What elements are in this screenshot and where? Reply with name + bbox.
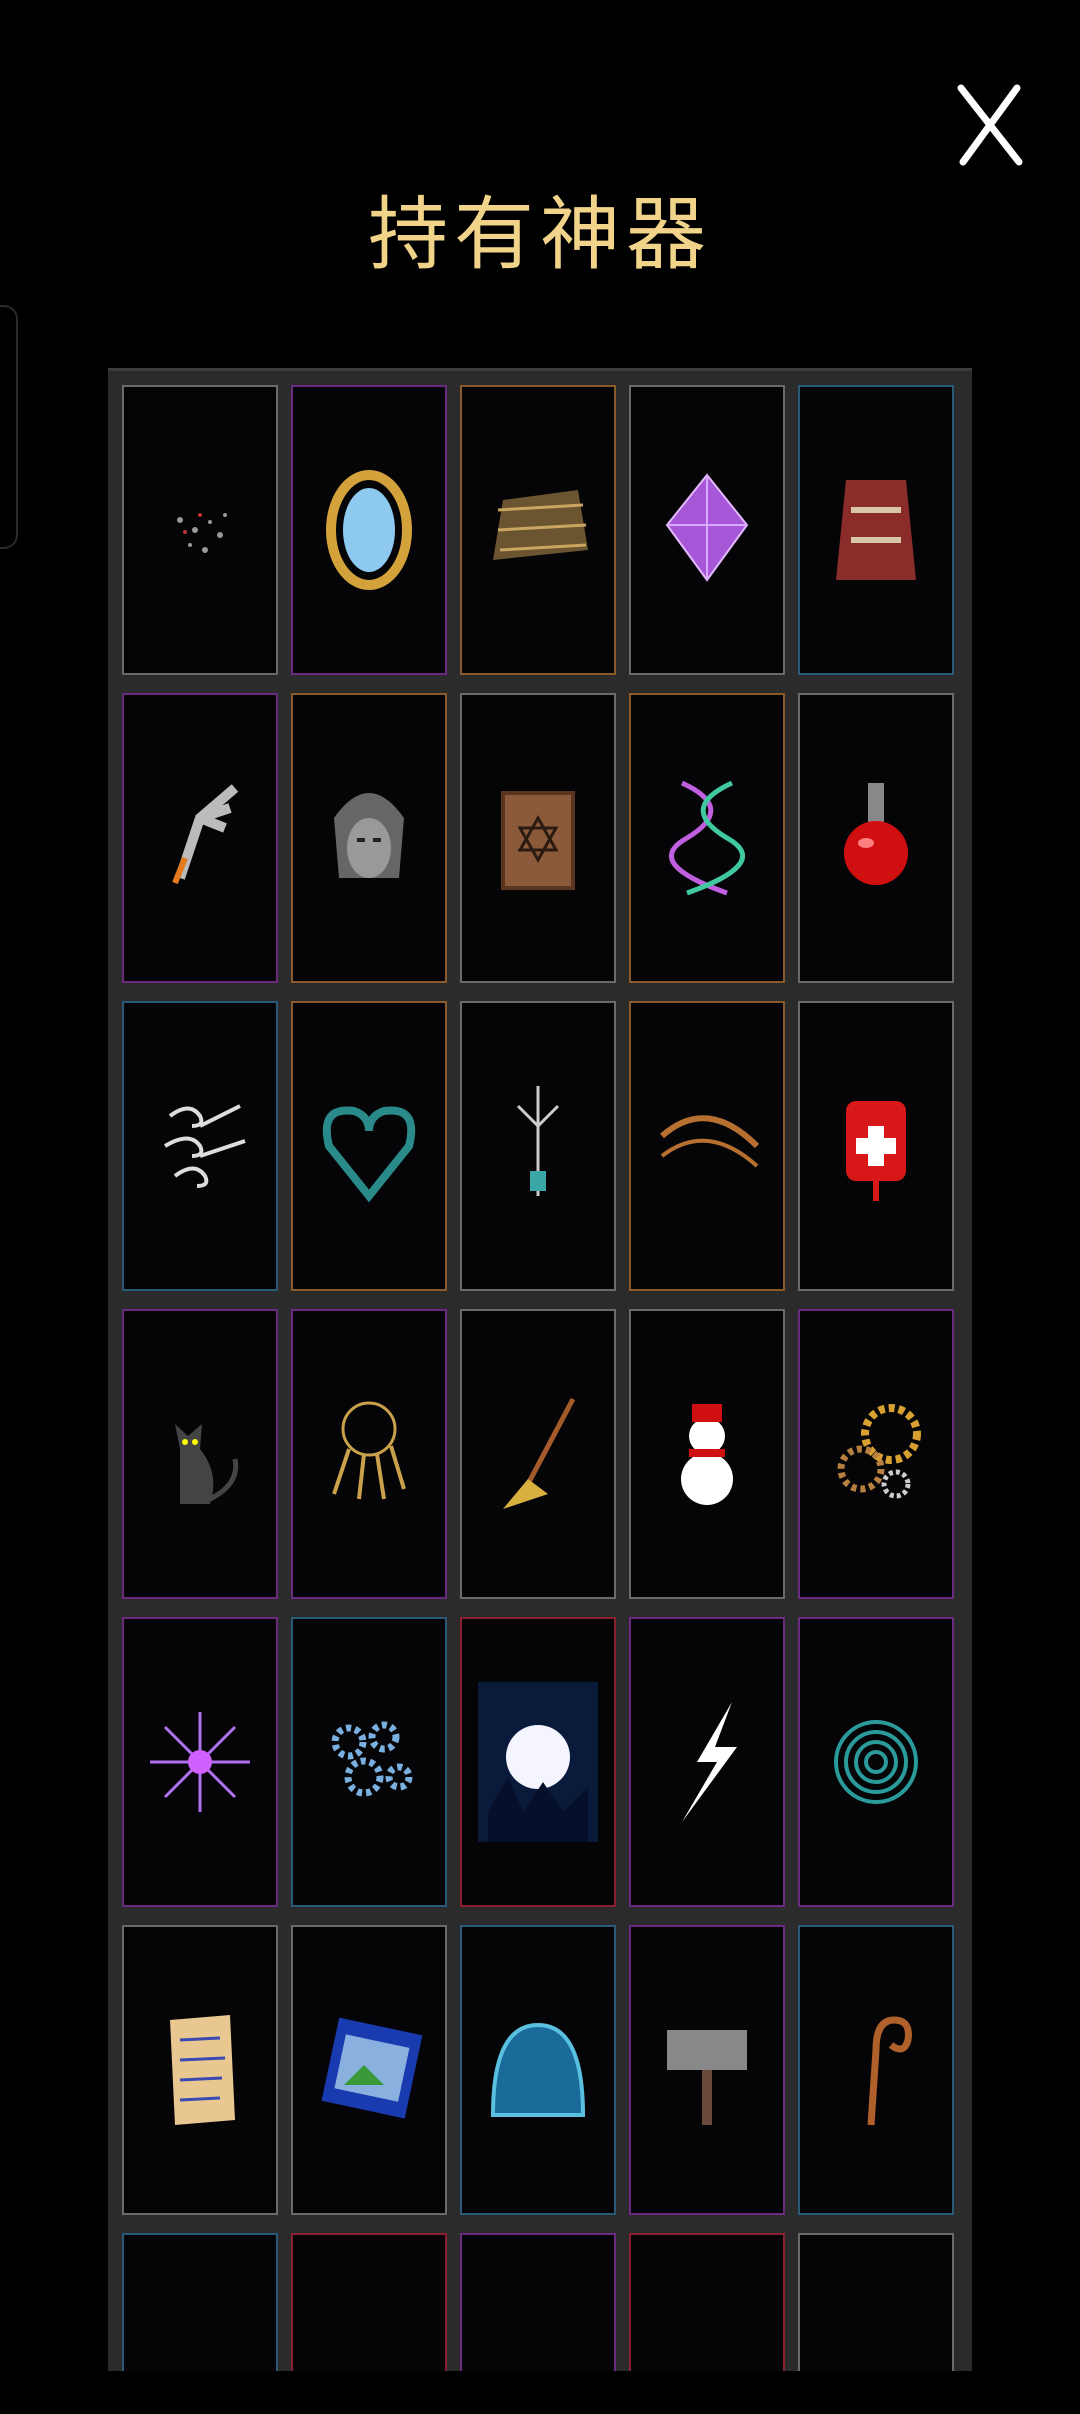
artifact-card[interactable]: [122, 1617, 278, 1907]
golden-gears-icon: [837, 1404, 921, 1499]
partial-card-icon: [647, 2298, 767, 2414]
broom-icon: [503, 1397, 576, 1509]
artifact-card[interactable]: [291, 1925, 447, 2215]
paper-scroll-icon: [170, 2015, 235, 2125]
purple-crystal-icon: [665, 473, 749, 582]
war-hammer-icon: [667, 2030, 747, 2125]
artifact-screen: 持有神器: [0, 0, 1080, 2414]
rune-arc-icon: [660, 1115, 760, 1168]
blue-dome-icon: [490, 2022, 586, 2117]
artifact-card[interactable]: [291, 1617, 447, 1907]
partial-card-icon: [816, 2298, 936, 2414]
artifact-card[interactable]: [460, 1309, 616, 1599]
artifact-card[interactable]: [460, 2233, 616, 2414]
artifact-card[interactable]: [291, 693, 447, 983]
black-cat-icon: [175, 1424, 239, 1504]
wind-swirl-icon: [163, 1104, 246, 1188]
red-potion-icon: [844, 783, 908, 885]
artifact-card[interactable]: [798, 1309, 954, 1599]
artifact-card[interactable]: [122, 1925, 278, 2215]
artifact-card[interactable]: [460, 385, 616, 675]
blood-bag-icon: [846, 1101, 906, 1201]
artifact-card[interactable]: [798, 693, 954, 983]
page-title: 持有神器: [368, 188, 712, 281]
artifact-card[interactable]: [122, 2233, 278, 2414]
spiral-vortex-icon: [834, 1720, 918, 1804]
mirror-icon: [326, 470, 412, 590]
artifact-card[interactable]: [460, 1617, 616, 1907]
artifact-card[interactable]: [460, 693, 616, 983]
artifact-card[interactable]: [122, 1001, 278, 1291]
artifact-card[interactable]: [629, 1309, 785, 1599]
partial-card-icon: [309, 2298, 429, 2414]
artifact-card[interactable]: [291, 385, 447, 675]
straw-nest-icon: [493, 490, 588, 560]
full-moon-icon: [478, 1682, 598, 1842]
side-edge-handle: [0, 305, 18, 549]
thorny-heart-icon: [322, 1106, 416, 1203]
artifact-card[interactable]: [460, 1001, 616, 1291]
dna-helix-icon: [668, 780, 746, 896]
artifact-card[interactable]: [629, 693, 785, 983]
lightning-bolt-icon: [682, 1702, 737, 1822]
hexagram-book-icon: [501, 791, 575, 890]
artifact-card[interactable]: [291, 1309, 447, 1599]
antenna-tower-icon: [516, 1086, 560, 1196]
dust-cloud-icon: [177, 513, 227, 553]
artifact-card[interactable]: [798, 1617, 954, 1907]
painting-icon: [321, 2017, 423, 2119]
blue-gears-icon: [331, 1721, 413, 1797]
artifact-card[interactable]: [629, 1925, 785, 2215]
artifact-card[interactable]: [629, 2233, 785, 2414]
artifact-card[interactable]: [629, 1001, 785, 1291]
artifact-card[interactable]: [291, 1001, 447, 1291]
artifact-card[interactable]: [122, 1309, 278, 1599]
key-ring-icon: [332, 1401, 406, 1500]
artifact-card[interactable]: [629, 1617, 785, 1907]
partial-card-icon: [140, 2298, 260, 2414]
close-x-icon: [957, 84, 1023, 166]
metal-gauntlet-icon: [172, 784, 239, 885]
artifact-grid: [122, 385, 960, 2414]
artifact-card[interactable]: [798, 1925, 954, 2215]
artifact-card[interactable]: [291, 2233, 447, 2414]
stone-mask-icon: [334, 793, 404, 878]
tattered-robe-icon: [836, 480, 916, 580]
artifact-card[interactable]: [122, 385, 278, 675]
purple-spike-orb-icon: [150, 1712, 250, 1812]
artifact-card[interactable]: [122, 693, 278, 983]
close-button[interactable]: [950, 80, 1030, 170]
snowman-icon: [681, 1404, 733, 1505]
artifact-card[interactable]: [629, 385, 785, 675]
artifact-card[interactable]: [798, 2233, 954, 2414]
partial-card-icon: [478, 2298, 598, 2414]
artifact-card[interactable]: [460, 1925, 616, 2215]
artifact-card[interactable]: [798, 385, 954, 675]
artifact-board: [108, 368, 972, 2371]
crook-staff-icon: [867, 2016, 912, 2126]
artifact-card[interactable]: [798, 1001, 954, 1291]
